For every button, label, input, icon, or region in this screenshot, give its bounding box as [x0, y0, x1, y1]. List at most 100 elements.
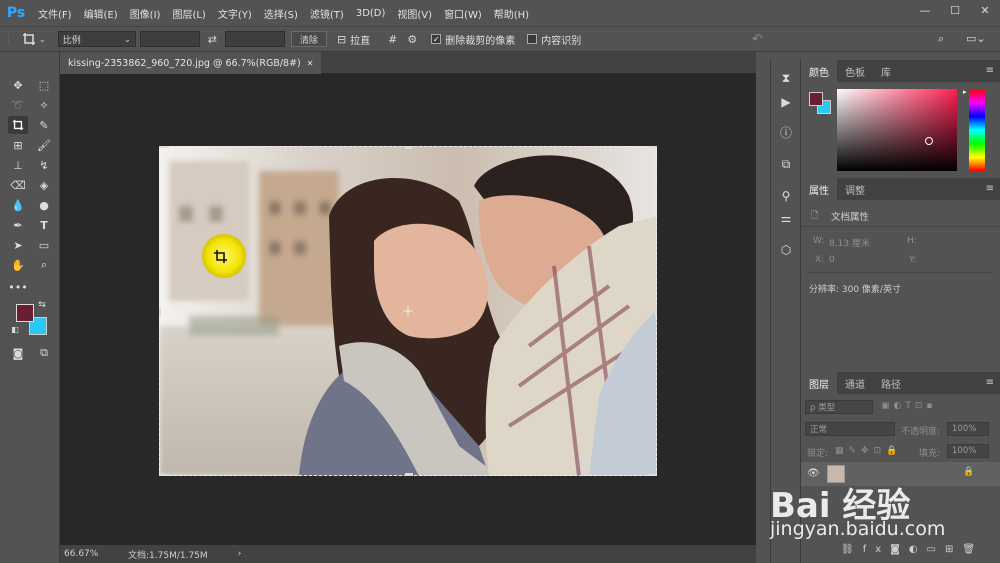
crop-tool-icon[interactable] — [8, 116, 28, 134]
straighten-label[interactable]: 拉直 — [350, 32, 370, 47]
document-canvas[interactable] — [60, 74, 756, 545]
more-tools-icon[interactable]: ••• — [8, 278, 28, 296]
3d-cube-icon[interactable]: ⬡ — [778, 242, 794, 258]
height-input[interactable] — [224, 31, 285, 47]
tab-properties[interactable]: 属性 — [801, 178, 837, 200]
panel-menu-icon[interactable]: ≡ — [986, 377, 994, 388]
document-tab[interactable]: kissing-2353862_960_720.jpg @ 66.7%(RGB/… — [60, 52, 322, 74]
dodge-tool-icon[interactable]: ● — [34, 196, 54, 214]
tab-adjustments[interactable]: 调整 — [837, 178, 873, 200]
default-colors-icon[interactable]: ◧ — [10, 324, 20, 334]
swap-icon[interactable]: ⇄ — [208, 33, 217, 46]
crop-handle-top[interactable] — [405, 146, 413, 149]
move-tool-icon[interactable]: ✥ — [8, 76, 28, 94]
paint-bucket-icon[interactable]: ◈ — [34, 176, 54, 194]
eraser-tool-icon[interactable]: ⌫ — [8, 176, 28, 194]
w-value[interactable]: 8.13 厘米 — [829, 236, 870, 249]
marquee-tool-icon[interactable]: ⬚ — [34, 76, 54, 94]
menu-edit[interactable]: 编辑(E) — [78, 6, 124, 21]
status-menu-arrow[interactable]: › — [238, 549, 242, 559]
swap-colors-icon[interactable]: ⇆ — [36, 300, 48, 310]
tab-channels[interactable]: 通道 — [837, 372, 873, 394]
lock-icons[interactable]: ▦✎✥⊡🔒 — [835, 446, 902, 456]
menu-window[interactable]: 窗口(W) — [438, 6, 488, 21]
pen-tool-icon[interactable]: ✒ — [8, 216, 28, 234]
undo-icon[interactable]: ↶ — [752, 32, 763, 47]
clear-button[interactable]: 清除 — [290, 31, 327, 47]
maximize-button[interactable]: ☐ — [940, 0, 970, 20]
history-brush-icon[interactable]: ↯ — [34, 156, 54, 174]
frame-tool-icon[interactable]: ⊞ — [8, 136, 28, 154]
hand-tool-icon[interactable]: ✋ — [8, 256, 28, 274]
actions-play-icon[interactable]: ▶ — [778, 94, 794, 110]
rectangle-tool-icon[interactable]: ▭ — [34, 236, 54, 254]
panel-menu-icon[interactable]: ≡ — [986, 183, 994, 194]
fill-input[interactable]: 100% — [947, 444, 989, 458]
menu-3d[interactable]: 3D(D) — [350, 8, 392, 19]
ratio-select[interactable]: 比例 ⌄ — [57, 31, 136, 47]
info-icon[interactable]: ⓘ — [778, 124, 794, 140]
tab-paths[interactable]: 路径 — [873, 372, 909, 394]
clone-source-icon[interactable]: ⧉ — [778, 156, 794, 172]
history-icon[interactable]: ⧗ — [778, 70, 794, 86]
lasso-tool-icon[interactable]: ➰ — [8, 96, 28, 114]
workspace-icon[interactable]: ▭⌄ — [966, 32, 986, 45]
close-window-button[interactable]: ✕ — [970, 0, 1000, 20]
content-aware-checkbox[interactable] — [527, 34, 538, 44]
crop-handle-top-left[interactable] — [159, 146, 169, 148]
search-icon[interactable]: ⌕ — [938, 32, 944, 46]
layer-filter-select[interactable]: ρ 类型 — [805, 400, 873, 414]
type-tool-icon[interactable]: T — [34, 216, 54, 234]
magic-wand-icon[interactable]: ✧ — [34, 96, 54, 114]
grid-overlay-icon[interactable]: # — [388, 33, 397, 46]
opacity-input[interactable]: 100% — [947, 422, 989, 436]
gear-icon[interactable]: ⚙ — [407, 33, 417, 46]
blend-mode-select[interactable]: 正常 — [805, 422, 895, 436]
width-input[interactable] — [139, 31, 200, 47]
crop-tool-preset[interactable]: ⌄ — [22, 32, 46, 46]
crop-box[interactable] — [159, 146, 657, 476]
tab-layers[interactable]: 图层 — [801, 372, 837, 394]
foreground-color-swatch-front[interactable] — [16, 304, 34, 322]
menu-type[interactable]: 文字(Y) — [212, 6, 258, 21]
menu-select[interactable]: 选择(S) — [258, 6, 304, 21]
hue-slider[interactable] — [969, 89, 985, 171]
crop-handle-right[interactable] — [655, 307, 657, 317]
color-panel-foreground[interactable] — [809, 92, 823, 106]
crop-handle-left[interactable] — [159, 307, 161, 317]
quick-mask-icon[interactable]: ◙ — [8, 344, 28, 362]
tools-panel: ✥ ⬚ ➰ ✧ ✎ ⊞ 🖌 ⊥ ↯ ⌫ ◈ 💧 ● ✒ T ➤ ▭ ✋ ⌕ ••… — [0, 52, 60, 563]
crop-handle-bottom-right[interactable] — [647, 474, 657, 476]
minimize-button[interactable]: — — [910, 0, 940, 20]
stamp-tool-icon[interactable]: ⊥ — [8, 156, 28, 174]
menu-image[interactable]: 图像(I) — [124, 6, 167, 21]
brushes-icon[interactable]: ⚲ — [778, 188, 794, 204]
screen-mode-icon[interactable]: ⧉ — [34, 344, 54, 362]
tab-color[interactable]: 颜色 — [801, 60, 837, 82]
zoom-tool-icon[interactable]: ⌕ — [34, 256, 54, 274]
tab-libraries[interactable]: 库 — [873, 60, 899, 82]
color-field[interactable] — [837, 89, 957, 171]
menu-layer[interactable]: 图层(L) — [166, 6, 211, 21]
x-value[interactable]: 0 — [829, 255, 835, 265]
eyedropper-icon[interactable]: ✎ — [34, 116, 54, 134]
straighten-icon[interactable]: ⊟ — [337, 33, 346, 46]
crop-handle-bottom[interactable] — [405, 473, 413, 476]
crop-handle-bottom-left[interactable] — [159, 474, 169, 476]
panel-menu-icon[interactable]: ≡ — [986, 65, 994, 76]
zoom-level[interactable]: 66.67% — [64, 549, 122, 559]
path-select-icon[interactable]: ➤ — [8, 236, 28, 254]
tab-swatches[interactable]: 色板 — [837, 60, 873, 82]
layer-filter-icons[interactable]: ▣◐T⊡▪ — [881, 401, 937, 411]
menu-file[interactable]: 文件(F) — [32, 6, 78, 21]
crop-handle-top-right[interactable] — [647, 146, 657, 148]
delete-cropped-checkbox[interactable]: ✓ — [431, 34, 442, 44]
blur-tool-icon[interactable]: 💧 — [8, 196, 28, 214]
brush-settings-icon[interactable]: ⚌ — [778, 210, 794, 226]
brush-tool-icon[interactable]: 🖌 — [34, 136, 54, 154]
menu-view[interactable]: 视图(V) — [391, 6, 438, 21]
close-tab-icon[interactable]: ✕ — [307, 59, 314, 68]
hue-slider-handle[interactable]: ▸ — [963, 88, 967, 96]
menu-help[interactable]: 帮助(H) — [488, 6, 535, 21]
menu-filter[interactable]: 滤镜(T) — [304, 6, 350, 21]
